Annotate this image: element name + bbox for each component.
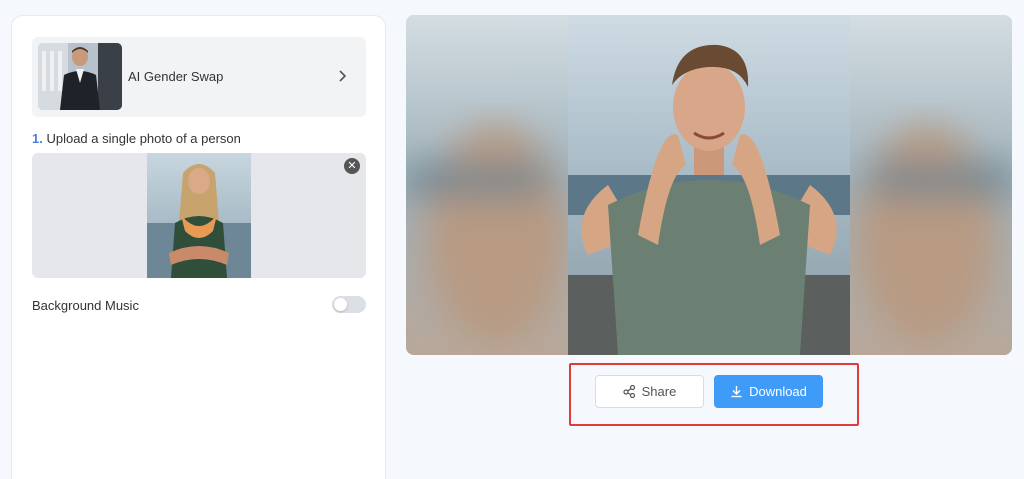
share-label: Share (641, 384, 677, 399)
upload-area[interactable]: ✕ (32, 153, 366, 278)
background-music-toggle[interactable] (332, 296, 366, 313)
toggle-knob (334, 298, 347, 311)
step-number: 1. (32, 131, 43, 146)
step-text: Upload a single photo of a person (46, 131, 241, 146)
share-button[interactable]: Share (595, 375, 704, 408)
template-selector[interactable]: AI Gender Swap (32, 37, 366, 117)
chevron-right-icon (336, 68, 350, 84)
background-music-label: Background Music (32, 298, 139, 313)
uploaded-photo (147, 153, 251, 278)
result-preview (406, 15, 1012, 355)
template-thumbnail (38, 43, 122, 110)
share-icon (623, 385, 636, 398)
template-title: AI Gender Swap (128, 69, 224, 84)
download-icon (730, 385, 743, 398)
remove-photo-button[interactable]: ✕ (344, 158, 360, 174)
close-icon: ✕ (347, 160, 357, 172)
download-button[interactable]: Download (714, 375, 823, 408)
download-label: Download (749, 384, 807, 399)
upload-step-label: 1. Upload a single photo of a person (32, 131, 241, 146)
result-image (568, 15, 850, 355)
settings-panel: AI Gender Swap 1. Upload a single photo … (11, 15, 386, 479)
